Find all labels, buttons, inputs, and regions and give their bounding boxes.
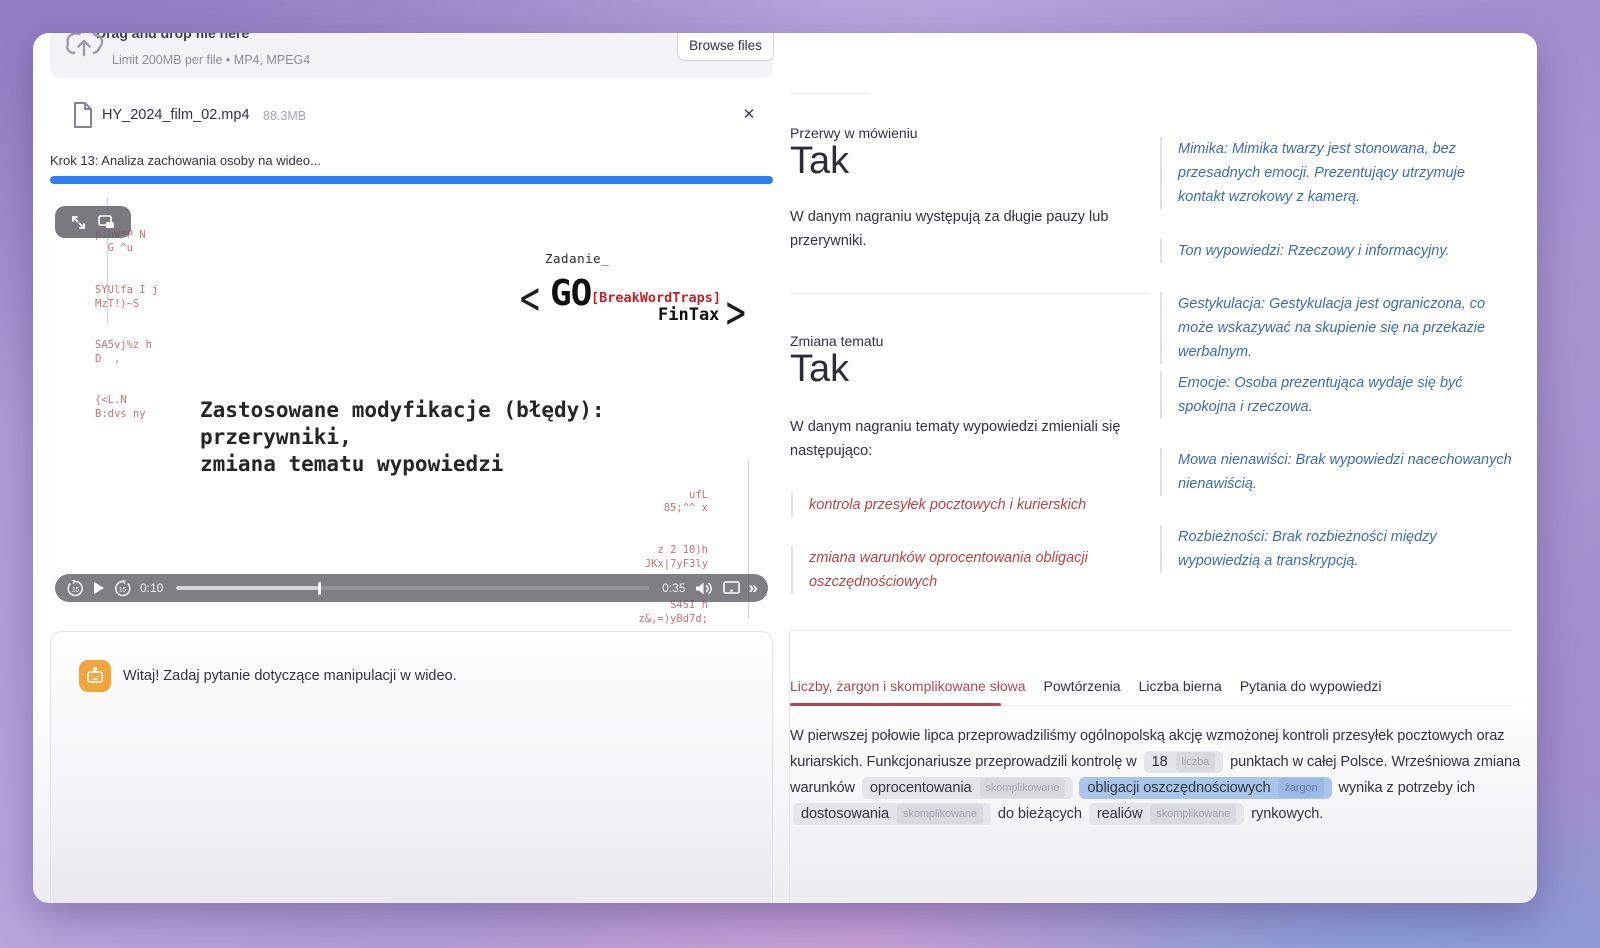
more-controls-icon[interactable]: » xyxy=(749,579,756,598)
picture-in-picture-icon[interactable] xyxy=(98,215,115,229)
duration-label: 0:35 xyxy=(662,581,685,595)
pauses-metric-value: Tak xyxy=(790,141,849,183)
behavior-note-ton: Ton wypowiedzi: Rzeczowy i informacyjny. xyxy=(1160,239,1515,263)
section-divider xyxy=(790,293,1150,294)
uploaded-file-name: HY_2024_film_02.mp4 xyxy=(102,107,250,123)
transcript-text: do bieżących xyxy=(994,806,1086,822)
behavior-note-emocje: Emocje: Osoba prezentująca wydaje się by… xyxy=(1160,371,1515,419)
video-glitch-text-left: pihW*P N G ^u SYUlfa I jMzT!)~S SA5vj%z … xyxy=(95,201,158,449)
behavior-note-gestykulacja: Gestykulacja: Gestykulacja jest ogranicz… xyxy=(1160,292,1515,364)
analysis-progress-bar xyxy=(50,176,773,184)
topic-quote: kontrola przesyłek pocztowych i kuriersk… xyxy=(791,493,1091,517)
video-player[interactable]: pihW*P N G ^u SYUlfa I jMzT!)~S SA5vj%z … xyxy=(50,189,773,605)
video-watermark-text: Zadanie_ xyxy=(545,251,609,266)
chat-panel: Witaj! Zadaj pytanie dotyczące manipulac… xyxy=(50,631,773,903)
jargon-highlight: obligacji oszczędnościowychżargon xyxy=(1079,777,1331,799)
progress-step-label: Krok 13: Analiza zachowania osoby na wid… xyxy=(50,153,321,168)
tabs-top-divider xyxy=(790,630,1512,631)
behavior-note-mowa-nienawisci: Mowa nienawiści: Brak wypowiedzi nacecho… xyxy=(1160,448,1515,496)
logo-fintax-text: FinTax xyxy=(658,305,719,325)
uploaded-file-size: 88.3MB xyxy=(263,109,306,123)
remove-file-button[interactable]: ✕ xyxy=(738,103,760,125)
browse-files-button[interactable]: Browse files xyxy=(677,33,774,61)
tab-liczba-bierna[interactable]: Liczba bierna xyxy=(1139,678,1222,694)
play-icon[interactable] xyxy=(93,581,105,595)
complex-word-highlight: dostosowaniaskomplikowane xyxy=(793,803,991,825)
current-time-label: 0:10 xyxy=(140,581,163,595)
video-controls-bar[interactable]: 15 15 0:10 0:35 xyxy=(55,574,768,602)
svg-text:15: 15 xyxy=(119,586,127,593)
file-document-icon xyxy=(72,101,94,129)
tab-powtorzenia[interactable]: Powtórzenia xyxy=(1044,678,1121,694)
topic-quote: zmiana warunków oprocentowania obligacji… xyxy=(791,546,1091,594)
transcript-paragraph: W pierwszej połowie lipca przeprowadzili… xyxy=(790,723,1522,827)
transcript-text: rynkowych. xyxy=(1247,806,1323,822)
rewind-15-icon[interactable]: 15 xyxy=(67,580,84,597)
assistant-avatar xyxy=(79,660,111,692)
topic-change-description: W danym nagraniu tematy wypowiedzi zmien… xyxy=(790,415,1138,463)
complex-word-highlight: oprocentowaniaskomplikowane xyxy=(862,777,1074,799)
seek-bar[interactable] xyxy=(176,586,649,591)
uploader-drag-hint: Drag and drop file here xyxy=(96,33,376,42)
tab-liczby-zargon[interactable]: Liczby, żargon i skomplikowane słowa xyxy=(790,678,1026,694)
upload-cloud-icon xyxy=(63,33,105,63)
cast-screen-icon[interactable] xyxy=(723,581,740,595)
chat-welcome-message: Witaj! Zadaj pytanie dotyczące manipulac… xyxy=(123,668,457,684)
video-caption-text: Zastosowane modyfikacje (błędy): przeryw… xyxy=(200,397,605,478)
tab-pytania[interactable]: Pytania do wypowiedzi xyxy=(1240,678,1382,694)
topic-change-metric-label: Zmiana tematu xyxy=(790,333,883,349)
logo-go-text: GO xyxy=(550,273,591,314)
file-uploader-dropzone[interactable]: Drag and drop file here Limit 200MB per … xyxy=(50,33,773,78)
pauses-metric-label: Przerwy w mówieniu xyxy=(790,125,918,141)
volume-icon[interactable] xyxy=(695,581,714,596)
forward-15-icon[interactable]: 15 xyxy=(114,580,131,597)
logo-right-bracket: > xyxy=(726,285,746,339)
svg-text:15: 15 xyxy=(72,586,80,593)
app-window: Drag and drop file here Limit 200MB per … xyxy=(33,33,1537,903)
uploader-limit-text: Limit 200MB per file • MP4, MPEG4 xyxy=(112,53,310,67)
transcript-text: wynika z potrzeby ich xyxy=(1335,780,1476,796)
logo-left-bracket: < xyxy=(520,271,540,325)
active-tab-underline xyxy=(790,703,1001,706)
fullscreen-icon[interactable] xyxy=(71,215,86,230)
complex-word-highlight: realiówskomplikowane xyxy=(1089,803,1244,825)
behavior-note-mimika: Mimika: Mimika twarzy jest stonowana, be… xyxy=(1160,137,1515,209)
logo-breakwordtraps-text: [BreakWordTraps] xyxy=(591,290,721,306)
analysis-tabs: Liczby, żargon i skomplikowane słowa Pow… xyxy=(790,678,1381,694)
seek-thumb[interactable] xyxy=(318,582,321,595)
number-highlight: 18liczba xyxy=(1144,751,1224,773)
topic-change-metric-value: Tak xyxy=(790,349,849,391)
top-divider xyxy=(790,93,870,94)
behavior-note-rozbieznosci: Rozbieżności: Brak rozbieżności między w… xyxy=(1160,525,1515,573)
video-overlay-controls[interactable] xyxy=(55,206,131,238)
pauses-description: W danym nagraniu występują za długie pau… xyxy=(790,205,1138,253)
